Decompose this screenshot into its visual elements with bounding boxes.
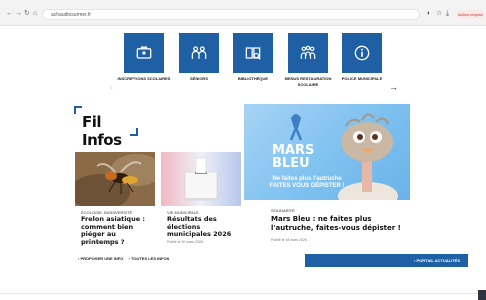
carousel-prev-icon[interactable]: ‹ <box>110 83 113 92</box>
heading-corner-top <box>74 106 82 114</box>
tile-seniors[interactable] <box>179 33 219 73</box>
library-icon <box>245 47 261 60</box>
info-icon <box>354 45 370 61</box>
featured-date: Publié le 18 mars 2026 <box>271 238 307 242</box>
featured-title[interactable]: Mars Bleu : ne faites plus l'autruche, f… <box>271 215 407 233</box>
arrow-icon: › <box>128 256 130 261</box>
tile-label-menus: MENUS RESTAURATION SCOLAIRE <box>284 76 332 87</box>
quick-access-tiles: ‹ INSCRIPTIONS SCOLAIRES SÉNIORS BIBLIOT… <box>0 33 486 93</box>
ribbon-heading-bleu: BLEU <box>272 156 310 171</box>
featured-slogan-line2: FAITES VOUS DÉPISTER ! <box>269 183 345 189</box>
all-news-link[interactable]: TOUTES LES INFOS <box>131 256 169 261</box>
featured-text-panel: SOLIDARITÉ Mars Bleu : ne faites plus l'… <box>265 200 410 246</box>
tile-menus-restauration[interactable] <box>288 33 328 73</box>
portal-button-label: PORTAIL ACTUALITÉS <box>416 258 460 263</box>
heading-corner-bottom <box>130 128 138 136</box>
card-title[interactable]: Résultats des élections municipales 2026 <box>167 215 239 239</box>
carousel-next-icon[interactable]: → <box>389 82 398 92</box>
propose-info-link[interactable]: PROPOSER UNE INFO <box>80 256 123 261</box>
home-icon[interactable]: ⌂ <box>33 10 37 18</box>
portal-actualites-button[interactable]: › PORTAIL ACTUALITÉS <box>305 254 468 267</box>
card-date: Publié le 20 mars 2026 <box>167 240 203 244</box>
tile-label-police: POLICE MUNICIPALE <box>341 76 383 81</box>
mars-bleu-ostrich-image: MARS BLEU Ne faites plus l'autruche FAIT… <box>244 104 410 200</box>
tile-label-inscriptions: INSCRIPTIONS SCOLAIRES <box>117 76 171 81</box>
featured-news[interactable]: MARS BLEU Ne faites plus l'autruche FAIT… <box>244 104 410 246</box>
news-card-elections[interactable]: VIE MUNICIPALE Résultats des élections m… <box>161 152 241 246</box>
url-text: achaudiosurmer.fr <box>51 12 92 18</box>
fil-infos-heading: Fil Infos <box>74 106 138 149</box>
star-icon[interactable]: ☆ <box>436 10 442 18</box>
forward-icon[interactable]: → <box>15 10 22 18</box>
divider <box>0 293 486 294</box>
browser-toolbar: ← → ↻ ⌂ achaudiosurmer.fr ◐ ☆ ⤓ Action r… <box>0 0 486 26</box>
hornet-photo <box>75 152 155 206</box>
profile-action-pill[interactable]: Action requise <box>457 10 484 19</box>
bottom-links: › PROPOSER UNE INFO › TOUTES LES INFOS <box>78 256 169 261</box>
seniors-icon <box>191 46 207 59</box>
ballot-box-photo <box>161 152 241 206</box>
extension-icon[interactable]: ◐ <box>427 10 431 18</box>
school-menu-icon <box>300 45 316 59</box>
featured-slogan-line1: Ne faites plus l'autruche <box>272 176 342 182</box>
tile-label-bibliotheque: BIBLIOTHÈQUE <box>237 76 269 81</box>
news-card-frelon[interactable]: ÉCOLOGIE, BIODIVERSITÉ Frelon asiatique … <box>75 152 155 246</box>
featured-category: SOLIDARITÉ <box>271 208 295 213</box>
school-registration-icon <box>136 46 152 59</box>
tile-inscriptions-scolaires[interactable] <box>124 33 164 73</box>
download-icon[interactable]: ⤓ <box>446 10 449 18</box>
tile-label-seniors: SÉNIORS <box>189 76 208 81</box>
back-icon[interactable]: ← <box>6 10 13 18</box>
address-bar[interactable]: achaudiosurmer.fr <box>42 9 420 20</box>
tile-police-municipale[interactable] <box>342 33 382 73</box>
reload-icon[interactable]: ↻ <box>24 10 30 18</box>
card-date: Publié le 25 mars 2026 <box>81 240 117 244</box>
tile-bibliotheque[interactable] <box>233 33 273 73</box>
scroll-to-top-icon[interactable] <box>478 290 486 300</box>
